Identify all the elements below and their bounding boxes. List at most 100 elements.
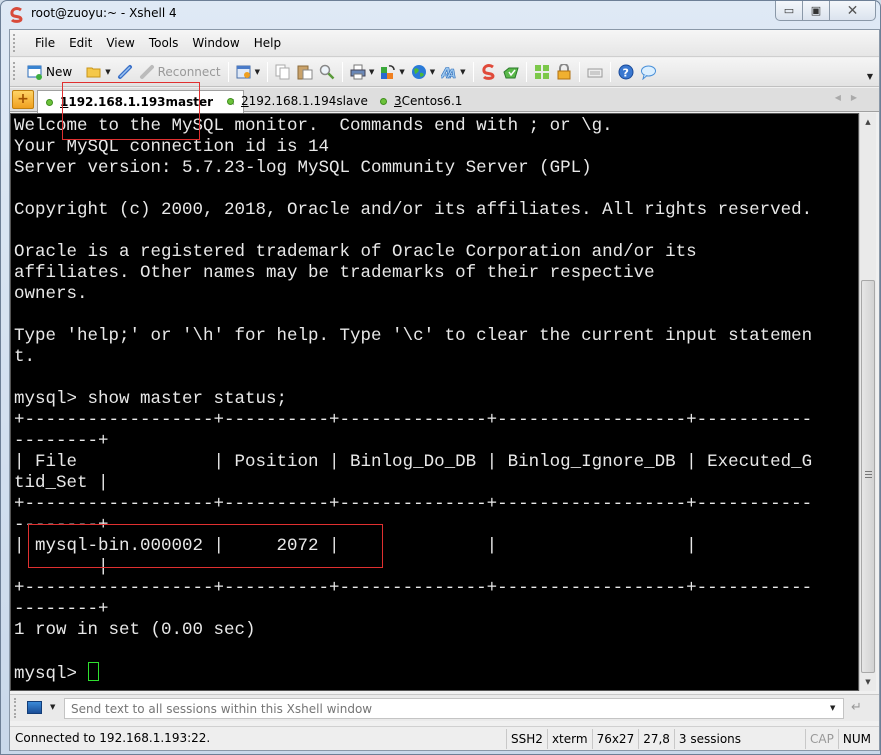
tab-session-2[interactable]: 2 192.168.1.194slave — [219, 90, 376, 112]
tab-scroll-arrows[interactable]: ◀▶ — [835, 93, 867, 102]
terminal-line: +------------------+----------+---------… — [14, 578, 813, 598]
terminal-line: Copyright (c) 2000, 2018, Oracle and/or … — [14, 200, 813, 220]
menu-file[interactable]: File — [28, 36, 62, 50]
client-area: File Edit View Tools Window Help New ▼ R… — [9, 29, 880, 751]
tab-label: 192.168.1.194slave — [248, 94, 368, 108]
globe-dropdown-icon[interactable]: ▼ — [430, 68, 435, 76]
print-button[interactable]: ▼ — [347, 61, 377, 83]
menu-window[interactable]: Window — [185, 36, 246, 50]
font-button[interactable]: AA ▼ — [438, 61, 468, 83]
menu-view[interactable]: View — [99, 36, 141, 50]
toolbar-separator — [609, 62, 611, 82]
transfer-dropdown-icon[interactable]: ▼ — [399, 68, 404, 76]
open-dropdown-icon[interactable]: ▼ — [105, 68, 110, 76]
terminal-scrollbar[interactable]: ▲ ▼ — [859, 113, 876, 691]
properties-button[interactable]: ▼ — [233, 61, 263, 83]
paste-icon — [297, 65, 313, 80]
find-button[interactable] — [316, 61, 338, 83]
toolbar-grip[interactable] — [13, 62, 16, 80]
open-button[interactable]: ▼ — [83, 61, 113, 83]
toolbar-separator — [267, 62, 268, 82]
terminal-line: | mysql-bin.000002 | 2072 | | | — [14, 536, 697, 556]
connect-button[interactable] — [114, 61, 136, 83]
compose-bar-grip[interactable] — [14, 698, 17, 718]
compose-dropdown-icon[interactable]: ▼ — [50, 703, 55, 711]
lock-button[interactable] — [553, 61, 575, 83]
title-bar[interactable]: root@zuoyu:~ - Xshell 4 ▭ ▣ ✕ — [1, 1, 881, 29]
copy-button[interactable] — [272, 61, 294, 83]
keyboard-button[interactable] — [584, 61, 606, 83]
add-session-tab-button[interactable]: + — [12, 90, 34, 109]
tab-label: Centos6.1 — [401, 94, 463, 108]
terminal-line: --------+ — [14, 431, 109, 451]
send-history-dropdown-icon[interactable]: ▼ — [830, 704, 835, 712]
paste-button[interactable] — [294, 61, 316, 83]
tab-label: 192.168.1.193master — [68, 95, 214, 109]
scroll-down-icon[interactable]: ▼ — [860, 674, 876, 690]
xshell-window: root@zuoyu:~ - Xshell 4 ▭ ▣ ✕ File Edit … — [0, 0, 881, 755]
new-session-button[interactable]: New — [24, 61, 75, 83]
font-dropdown-icon[interactable]: ▼ — [460, 68, 465, 76]
toolbar-overflow-icon[interactable]: ▼ — [867, 72, 873, 81]
tab-session-1[interactable]: 1 192.168.1.193master × — [37, 90, 245, 113]
protocol-status: SSH2 — [506, 729, 547, 749]
status-bar: Connected to 192.168.1.193:22. SSH2 xter… — [10, 726, 879, 750]
terminal-type-status: xterm — [546, 729, 592, 749]
svg-text:?: ? — [622, 67, 628, 80]
terminal-cursor — [87, 662, 99, 681]
close-button[interactable]: ✕ — [830, 1, 875, 20]
menu-edit[interactable]: Edit — [62, 36, 99, 50]
terminal-output[interactable]: Welcome to the MySQL monitor. Commands e… — [10, 113, 859, 691]
globe-button[interactable]: ▼ — [408, 61, 438, 83]
session-status-icon — [380, 97, 387, 105]
send-enter-icon[interactable]: ↵ — [851, 700, 862, 715]
close-icon: ✕ — [846, 2, 859, 19]
window-title: root@zuoyu:~ - Xshell 4 — [31, 6, 177, 20]
svg-text:A: A — [446, 67, 456, 80]
scrollbar-thumb[interactable] — [861, 280, 875, 673]
scroll-up-icon[interactable]: ▲ — [860, 114, 876, 130]
transfer-icon — [381, 65, 396, 79]
sessions-count-status: 3 sessions — [673, 729, 745, 749]
xftp-icon — [502, 67, 519, 79]
terminal-line: t. — [14, 347, 36, 367]
connection-status: Connected to 192.168.1.193:22. — [15, 731, 211, 745]
terminal-line: --------+ — [14, 599, 109, 619]
new-session-icon — [27, 65, 42, 80]
terminal-line: owners. — [14, 284, 88, 304]
minimize-button[interactable]: ▭ — [776, 1, 803, 20]
terminal-prompt-line: mysql> — [14, 662, 812, 685]
toolbar-separator — [525, 62, 527, 82]
toolbar-separator — [227, 62, 229, 82]
menubar-grip[interactable] — [13, 34, 16, 52]
maximize-button[interactable]: ▣ — [803, 1, 830, 20]
compose-session-icon[interactable] — [27, 701, 42, 714]
send-text-input[interactable] — [64, 698, 844, 719]
chat-button[interactable] — [637, 61, 659, 83]
toolbar: New ▼ Reconnect ▼ ▼ ▼ ▼ A A ▼ ? ▼ — [10, 58, 879, 87]
chat-icon — [640, 65, 656, 80]
print-dropdown-icon[interactable]: ▼ — [369, 68, 374, 76]
help-button[interactable]: ? — [615, 61, 637, 83]
xshell-button[interactable] — [478, 61, 500, 83]
transfer-button[interactable]: ▼ — [377, 61, 407, 83]
maximize-icon: ▣ — [810, 4, 822, 17]
reconnect-button[interactable]: Reconnect — [136, 61, 224, 83]
connect-icon — [117, 65, 132, 79]
fullscreen-button[interactable] — [531, 61, 553, 83]
xftp-button[interactable] — [500, 61, 522, 83]
tab-session-3[interactable]: 3 Centos6.1 — [372, 90, 470, 112]
menu-help[interactable]: Help — [247, 36, 288, 50]
mysql-prompt: mysql> — [14, 664, 88, 684]
minimize-icon: ▭ — [783, 4, 795, 17]
menu-tools[interactable]: Tools — [142, 36, 186, 50]
properties-dropdown-icon[interactable]: ▼ — [255, 68, 260, 76]
help-icon: ? — [618, 64, 634, 80]
new-label: New — [46, 65, 73, 79]
terminal-size-status: 76x27 — [591, 729, 639, 749]
open-folder-icon — [86, 67, 101, 78]
